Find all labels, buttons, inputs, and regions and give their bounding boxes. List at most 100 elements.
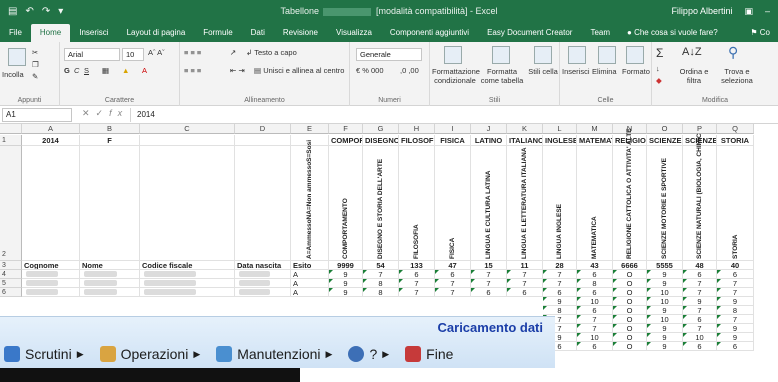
- conditional-format-button[interactable]: Formattazione condizionale: [432, 67, 480, 85]
- cell-H1[interactable]: FILOSOFI: [399, 135, 435, 146]
- column-header-C[interactable]: C: [140, 124, 235, 134]
- cell-P11[interactable]: 10: [683, 333, 717, 342]
- cell-M4[interactable]: 6: [577, 270, 613, 279]
- paste-button[interactable]: Incolla: [2, 70, 24, 79]
- cell-M11[interactable]: 10: [577, 333, 613, 342]
- cell-F1[interactable]: COMPOR: [329, 135, 363, 146]
- cell-M10[interactable]: 7: [577, 324, 613, 333]
- insert-cells-button[interactable]: Inserisci: [562, 67, 590, 76]
- cell-K5[interactable]: 7: [507, 279, 543, 288]
- column-header-E[interactable]: E: [291, 124, 329, 134]
- column-header-D[interactable]: D: [235, 124, 291, 134]
- cell-L8[interactable]: 8: [543, 306, 577, 315]
- column-header-F[interactable]: F: [329, 124, 363, 134]
- cut-icon[interactable]: ✂: [32, 48, 38, 57]
- cell-J3[interactable]: 15: [471, 261, 507, 270]
- share-button[interactable]: ⚑ Co: [742, 24, 778, 42]
- cell-O11[interactable]: 9: [647, 333, 683, 342]
- menu-item-1[interactable]: Operazioni ▶: [99, 346, 200, 362]
- tab-3[interactable]: Layout di pagina: [118, 24, 195, 42]
- cell-P4[interactable]: 6: [683, 270, 717, 279]
- cell-L5[interactable]: 7: [543, 279, 577, 288]
- cell-O1[interactable]: SCIENZE: [647, 135, 683, 146]
- cell-P8[interactable]: 7: [683, 306, 717, 315]
- redo-icon[interactable]: ↷: [42, 6, 50, 17]
- cell-P12[interactable]: 6: [683, 342, 717, 351]
- cell-I6[interactable]: 7: [435, 288, 471, 297]
- number-format-select[interactable]: Generale: [356, 48, 422, 61]
- cell-P5[interactable]: 7: [683, 279, 717, 288]
- bold-icon[interactable]: G: [64, 66, 70, 75]
- cell-F3[interactable]: 9999: [329, 261, 363, 270]
- row-header-1[interactable]: 1: [0, 135, 22, 146]
- cell-Q1[interactable]: STORIA: [717, 135, 754, 146]
- column-header-B[interactable]: B: [80, 124, 140, 134]
- tab-10[interactable]: Team: [581, 24, 619, 42]
- cell-M8[interactable]: 6: [577, 306, 613, 315]
- cell-J5[interactable]: 7: [471, 279, 507, 288]
- cell-N4[interactable]: O: [613, 270, 647, 279]
- cell-M1[interactable]: MATEMAT: [577, 135, 613, 146]
- cell-A2[interactable]: [22, 146, 80, 261]
- column-header-K[interactable]: K: [507, 124, 543, 134]
- ribbon-display-icon[interactable]: ▣: [744, 6, 753, 17]
- user-name[interactable]: Filippo Albertini: [671, 6, 732, 16]
- cell-L4[interactable]: 7: [543, 270, 577, 279]
- column-header-L[interactable]: L: [543, 124, 577, 134]
- enter-icon[interactable]: ✓: [96, 108, 110, 118]
- cell-C2[interactable]: [140, 146, 235, 261]
- cell-A3[interactable]: Cognome: [22, 261, 80, 270]
- cell-G1[interactable]: DISEGNO: [363, 135, 399, 146]
- column-header-J[interactable]: J: [471, 124, 507, 134]
- customize-icon[interactable]: ▾: [58, 6, 63, 17]
- cell-M6[interactable]: 6: [577, 288, 613, 297]
- cell-P3[interactable]: 48: [683, 261, 717, 270]
- cell-Q3[interactable]: 40: [717, 261, 754, 270]
- name-box[interactable]: A1: [2, 108, 72, 122]
- format-cells-button[interactable]: Formato: [622, 67, 650, 76]
- cell-P9[interactable]: 6: [683, 315, 717, 324]
- cell-N3[interactable]: 6666: [613, 261, 647, 270]
- find-select-button[interactable]: Trova e seleziona: [716, 67, 758, 85]
- cell-L3[interactable]: 28: [543, 261, 577, 270]
- cell-O9[interactable]: 10: [647, 315, 683, 324]
- delete-cells-icon[interactable]: [598, 46, 616, 64]
- cell-D2[interactable]: [235, 146, 291, 261]
- cell-G3[interactable]: 54: [363, 261, 399, 270]
- column-header-Q[interactable]: Q: [717, 124, 754, 134]
- cell-N9[interactable]: O: [613, 315, 647, 324]
- cell-I3[interactable]: 47: [435, 261, 471, 270]
- column-header-A[interactable]: A: [22, 124, 80, 134]
- fx-icon[interactable]: fx: [109, 108, 128, 118]
- cell-N6[interactable]: O: [613, 288, 647, 297]
- tab-7[interactable]: Visualizza: [327, 24, 381, 42]
- cell-F5[interactable]: 9: [329, 279, 363, 288]
- tab-6[interactable]: Revisione: [274, 24, 327, 42]
- cell-E3[interactable]: Esito: [291, 261, 329, 270]
- cell-N5[interactable]: O: [613, 279, 647, 288]
- cell-H4[interactable]: 6: [399, 270, 435, 279]
- font-name-select[interactable]: Arial: [64, 48, 120, 61]
- font-color-icon[interactable]: A: [142, 66, 147, 75]
- cell-F6[interactable]: 9: [329, 288, 363, 297]
- cell-H6[interactable]: 7: [399, 288, 435, 297]
- cell-P6[interactable]: 7: [683, 288, 717, 297]
- cell-Q7[interactable]: 9: [717, 297, 754, 306]
- cell-styles-icon[interactable]: [534, 46, 552, 64]
- menu-help[interactable]: ? ▶: [348, 346, 389, 362]
- cell-O8[interactable]: 9: [647, 306, 683, 315]
- align-left-icon[interactable]: ≡ ≡ ≡: [184, 66, 201, 75]
- format-table-button[interactable]: Formatta come tabella: [480, 67, 524, 85]
- autosum-icon[interactable]: Σ: [656, 46, 663, 60]
- cell-O6[interactable]: 10: [647, 288, 683, 297]
- format-painter-icon[interactable]: ✎: [32, 72, 38, 81]
- tab-5[interactable]: Dati: [242, 24, 274, 42]
- column-header-H[interactable]: H: [399, 124, 435, 134]
- formula-input[interactable]: 2014: [130, 108, 770, 122]
- italic-icon[interactable]: C: [74, 66, 79, 75]
- sort-filter-icon[interactable]: A↓Z: [682, 46, 702, 58]
- tab-0[interactable]: File: [0, 24, 31, 42]
- cell-Q11[interactable]: 9: [717, 333, 754, 342]
- decimal-icon[interactable]: ,0 ,00: [400, 66, 419, 75]
- cell-Q4[interactable]: 6: [717, 270, 754, 279]
